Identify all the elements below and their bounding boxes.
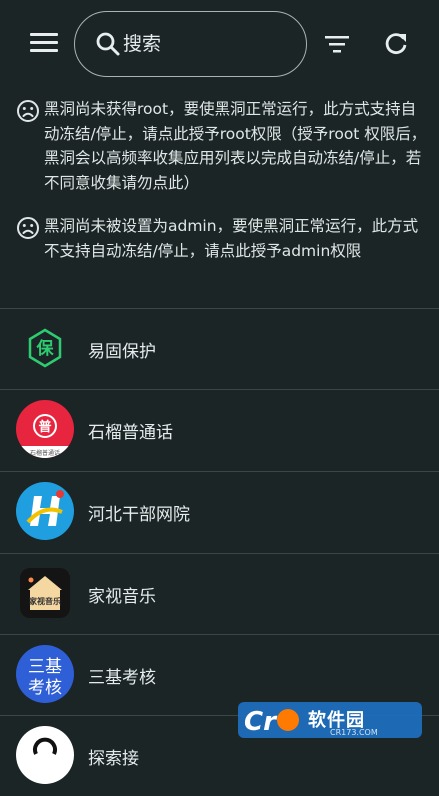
search-icon — [96, 32, 120, 56]
search-box[interactable] — [74, 11, 307, 77]
top-app-bar — [0, 0, 439, 88]
admin-permission-notice[interactable]: 黑洞尚未被设置为admin，要使黑洞正常运行，此方式不支持自动冻结/停止，请点此… — [16, 214, 428, 263]
sad-face-icon — [17, 100, 39, 122]
pomegranate-icon: 普 石榴普通话 — [16, 400, 74, 458]
menu-icon[interactable] — [30, 33, 58, 55]
app-row[interactable]: 普 石榴普通话 石榴普通话 — [0, 390, 439, 470]
sad-face-icon — [17, 217, 39, 239]
svg-text:Cr: Cr — [244, 707, 278, 737]
app-name: 河北干部网院 — [88, 505, 190, 525]
svg-text:普: 普 — [38, 419, 51, 435]
svg-text:家视音乐: 家视音乐 — [29, 596, 61, 606]
svg-text:考核: 考核 — [28, 678, 62, 698]
refresh-icon[interactable] — [383, 31, 409, 57]
root-permission-notice[interactable]: 黑洞尚未获得root，要使黑洞正常运行，此方式支持自动冻结/停止，请点此授予ro… — [16, 97, 428, 195]
app-row[interactable]: 家视音乐 家视音乐 — [0, 554, 439, 634]
house-music-icon: 家视音乐 — [20, 568, 70, 618]
app-name: 三基考核 — [88, 668, 156, 688]
svg-text:三基: 三基 — [28, 657, 62, 677]
site-watermark: Cr 软件园 CR173.COM — [238, 700, 422, 740]
search-input[interactable] — [123, 28, 293, 60]
app-row[interactable]: 河北干部网院 — [0, 472, 439, 552]
app-row[interactable]: 保 易固保护 — [0, 309, 439, 389]
app-name: 家视音乐 — [88, 587, 156, 607]
sanji-icon: 三基 考核 — [16, 645, 74, 703]
notice-text: 黑洞尚未被设置为admin，要使黑洞正常运行，此方式不支持自动冻结/停止，请点此… — [44, 217, 419, 260]
partial-app-icon — [16, 726, 74, 784]
app-name: 易固保护 — [88, 342, 156, 362]
svg-text:保: 保 — [36, 338, 55, 359]
hebei-logo-icon — [16, 482, 74, 540]
app-name: 石榴普通话 — [88, 423, 173, 443]
shield-hexagon-icon: 保 — [28, 328, 62, 368]
app-name: 探索接 — [88, 749, 139, 769]
watermark-subtext: CR173.COM — [330, 728, 378, 737]
svg-text:石榴普通话: 石榴普通话 — [30, 449, 60, 457]
notice-text: 黑洞尚未获得root，要使黑洞正常运行，此方式支持自动冻结/停止，请点此授予ro… — [44, 100, 427, 192]
filter-icon[interactable] — [323, 32, 351, 56]
